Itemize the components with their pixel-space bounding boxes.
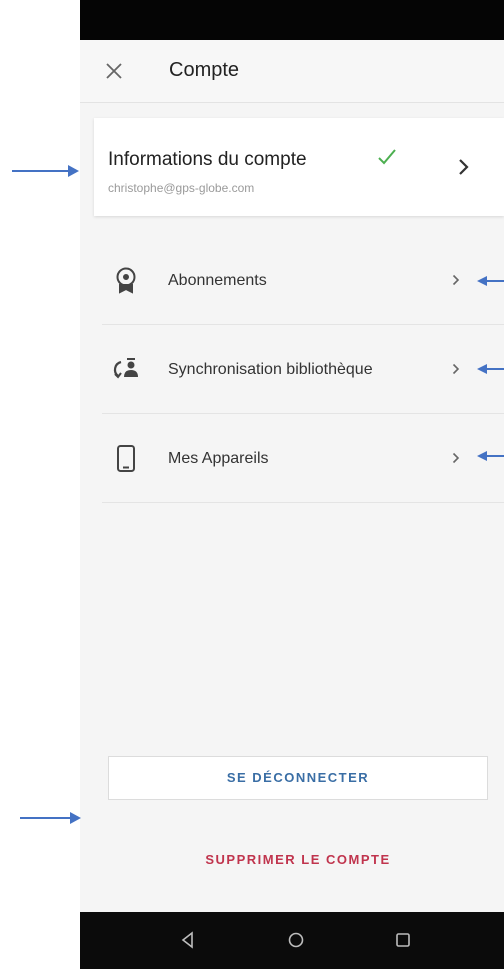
chevron-right-icon xyxy=(452,363,460,375)
back-triangle-icon[interactable] xyxy=(177,929,199,951)
recents-square-icon[interactable] xyxy=(392,929,414,951)
page-title: Compte xyxy=(169,59,240,81)
close-icon[interactable] xyxy=(104,61,124,81)
status-bar xyxy=(80,0,504,40)
app-bar: Compte xyxy=(80,40,504,103)
system-nav-bar xyxy=(80,912,504,969)
annotation-arrow-account xyxy=(12,165,79,177)
account-menu: Abonnements Synchronisation bibliothèque xyxy=(102,236,504,503)
delete-account-button[interactable]: SUPPRIMER LE COMPTE xyxy=(108,838,488,882)
account-email: christophe@gps-globe.com xyxy=(108,181,255,195)
menu-item-abonnements[interactable]: Abonnements xyxy=(102,236,504,325)
menu-item-synchronisation[interactable]: Synchronisation bibliothèque xyxy=(102,325,504,414)
menu-item-appareils[interactable]: Mes Appareils xyxy=(102,414,504,503)
menu-item-label: Abonnements xyxy=(168,272,267,289)
annotation-arrow-abonnements xyxy=(477,276,504,286)
account-info-title: Informations du compte xyxy=(108,149,307,170)
phone-screen: Compte Informations du compte christophe… xyxy=(80,0,504,969)
annotation-arrow-delete xyxy=(20,812,81,824)
sync-users-icon xyxy=(113,358,138,379)
annotation-arrow-appareils xyxy=(477,451,504,461)
menu-item-label: Mes Appareils xyxy=(168,450,269,467)
menu-item-label: Synchronisation bibliothèque xyxy=(168,361,373,378)
account-info-card[interactable]: Informations du compte christophe@gps-gl… xyxy=(94,118,504,216)
smartphone-icon xyxy=(117,445,135,472)
check-icon xyxy=(378,149,396,165)
chevron-right-icon xyxy=(452,274,460,286)
logout-button[interactable]: SE DÉCONNECTER xyxy=(108,756,488,800)
chevron-right-icon xyxy=(452,452,460,464)
annotation-arrow-synchronisation xyxy=(477,364,504,374)
chevron-right-icon xyxy=(459,159,469,175)
award-icon xyxy=(116,267,136,294)
home-circle-icon[interactable] xyxy=(285,929,307,951)
